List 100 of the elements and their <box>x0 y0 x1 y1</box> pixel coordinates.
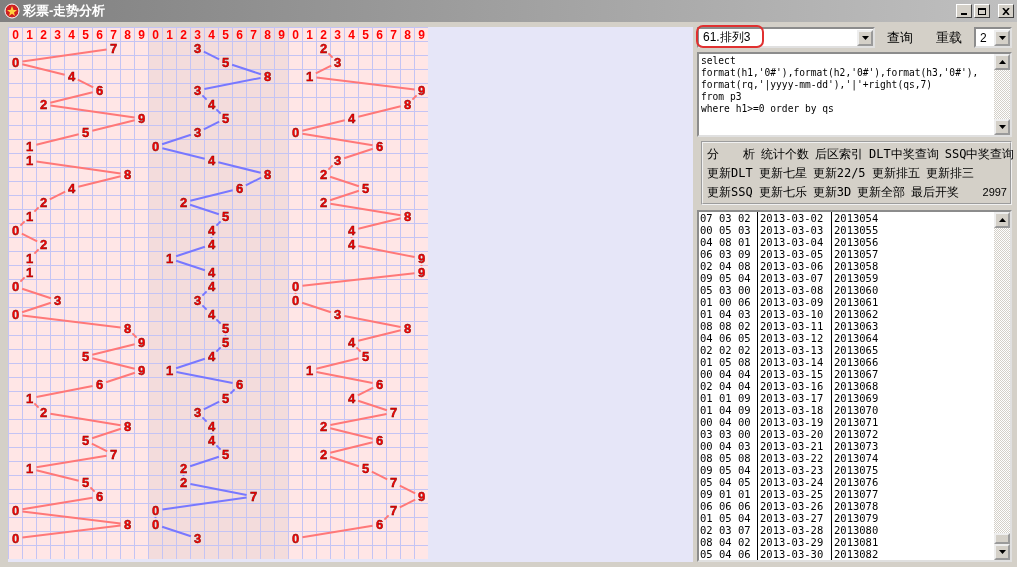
numbers-cell-text: 06 06 06 <box>699 500 752 512</box>
action-button[interactable]: 更新SSQ <box>706 183 754 201</box>
close-button[interactable] <box>998 4 1014 18</box>
numbers-cell-text: 00 04 04 <box>699 368 752 380</box>
digit-label: 3 <box>53 293 62 308</box>
date-cell: 2013-03-29 <box>757 536 831 548</box>
numbers-cell-text: 03 03 00 <box>699 428 752 440</box>
column-header: 0 <box>292 27 299 42</box>
digit-label: 8 <box>403 209 412 224</box>
digit-label: 5 <box>221 447 230 462</box>
action-button[interactable]: 更新22/5 <box>811 164 867 182</box>
digit-label: 6 <box>235 377 244 392</box>
digit-label: 5 <box>221 55 230 70</box>
numbers-cell-text: 08 08 02 <box>699 320 752 332</box>
issue-cell: 2013063 <box>831 320 879 332</box>
scrollbar[interactable] <box>994 212 1010 560</box>
digit-label: 2 <box>319 167 328 182</box>
issue-cell: 2013054 <box>831 212 879 224</box>
digit-label: 9 <box>417 83 426 98</box>
action-button[interactable]: 后区索引 <box>814 145 864 163</box>
digit-label: 8 <box>403 321 412 336</box>
column-header: 4 <box>208 27 215 42</box>
scrollbar[interactable] <box>994 54 1010 135</box>
digit-label: 2 <box>39 237 48 252</box>
issue-cell: 2013066 <box>831 356 879 368</box>
highlight-outline <box>696 25 764 48</box>
digit-label: 1 <box>25 461 34 476</box>
digit-label: 4 <box>207 97 216 112</box>
digit-label: 9 <box>137 111 146 126</box>
digit-label: 2 <box>179 195 188 210</box>
date-cell: 2013-03-20 <box>757 428 831 440</box>
action-button[interactable]: 更新DLT <box>706 164 754 182</box>
digit-label: 2 <box>179 475 188 490</box>
digit-label: 0 <box>291 531 300 546</box>
digit-label: 6 <box>235 181 244 196</box>
issue-cell: 2013076 <box>831 476 879 488</box>
action-button[interactable]: SSQ中奖查询 <box>943 145 1016 163</box>
digit-label: 2 <box>319 41 328 56</box>
numbers-cell-text: 02 02 02 <box>699 344 752 356</box>
numbers-cell-text: 00 04 03 <box>699 440 752 452</box>
date-cell: 2013-03-02 <box>757 212 831 224</box>
date-cell: 2013-03-25 <box>757 488 831 500</box>
issue-cell: 2013068 <box>831 380 879 392</box>
digit-label: 5 <box>81 433 90 448</box>
digit-label: 1 <box>25 153 34 168</box>
digit-label: 3 <box>193 531 202 546</box>
column-header: 9 <box>278 27 285 42</box>
digit-label: 7 <box>109 41 118 56</box>
issue-cell: 2013067 <box>831 368 879 380</box>
digit-label: 1 <box>25 391 34 406</box>
table-dropdown[interactable]: 61.排列3 <box>697 27 875 48</box>
date-cell: 2013-03-08 <box>757 284 831 296</box>
digit-label: 9 <box>137 363 146 378</box>
action-button[interactable]: 更新七星 <box>757 164 808 182</box>
maximize-button[interactable] <box>974 4 990 18</box>
issue-cell: 2013075 <box>831 464 879 476</box>
action-button[interactable]: 最后开奖 <box>910 183 961 201</box>
date-cell: 2013-03-26 <box>757 500 831 512</box>
numbers-cell-text: 01 05 08 <box>699 356 752 368</box>
column-header: 3 <box>194 27 201 42</box>
reload-button[interactable]: 重载 <box>932 28 966 47</box>
action-button[interactable]: 更新七乐 <box>757 183 808 201</box>
digit-label: 1 <box>165 251 174 266</box>
action-button[interactable]: 统计个数 <box>760 145 810 163</box>
action-button[interactable]: DLT中奖查询 <box>868 145 940 163</box>
digit-label: 6 <box>375 139 384 154</box>
down-arrow-icon <box>998 125 1006 129</box>
column-header: 6 <box>96 27 103 42</box>
digit-label: 0 <box>151 517 160 532</box>
column-header: 2 <box>40 27 47 42</box>
count-dropdown[interactable]: 2 <box>974 27 1012 48</box>
column-header: 3 <box>54 27 61 42</box>
digit-label: 2 <box>179 461 188 476</box>
action-button[interactable]: 更新排五 <box>870 164 921 182</box>
date-cell: 2013-03-06 <box>757 260 831 272</box>
minimize-button[interactable] <box>956 4 972 18</box>
digit-label: 5 <box>361 461 370 476</box>
date-cell: 2013-03-10 <box>757 308 831 320</box>
column-header: 2 <box>180 27 187 42</box>
digit-label: 4 <box>347 111 356 126</box>
numbers-cell-text: 01 04 03 <box>699 308 752 320</box>
action-button[interactable]: 更新排三 <box>924 164 975 182</box>
issue-cell: 2013078 <box>831 500 879 512</box>
digit-label: 0 <box>11 223 20 238</box>
digit-label: 4 <box>207 419 216 434</box>
down-arrow-icon <box>998 550 1006 554</box>
action-button[interactable]: 分 析 <box>706 145 756 163</box>
numbers-cell-text: 02 04 08 <box>699 260 752 272</box>
issue-cell: 2013072 <box>831 428 879 440</box>
column-header: 5 <box>222 27 229 42</box>
digit-label: 3 <box>193 405 202 420</box>
issue-cell: 2013081 <box>831 536 879 548</box>
scroll-thumb[interactable] <box>994 533 1010 544</box>
numbers-cell-text: 06 03 09 <box>699 248 752 260</box>
numbers-cell-text: 04 06 05 <box>699 332 752 344</box>
action-button[interactable]: 更新全部 <box>856 183 907 201</box>
digit-label: 6 <box>95 377 104 392</box>
action-button[interactable]: 更新3D <box>811 183 853 201</box>
column-header: 3 <box>334 27 341 42</box>
query-button[interactable]: 查询 <box>883 28 917 47</box>
